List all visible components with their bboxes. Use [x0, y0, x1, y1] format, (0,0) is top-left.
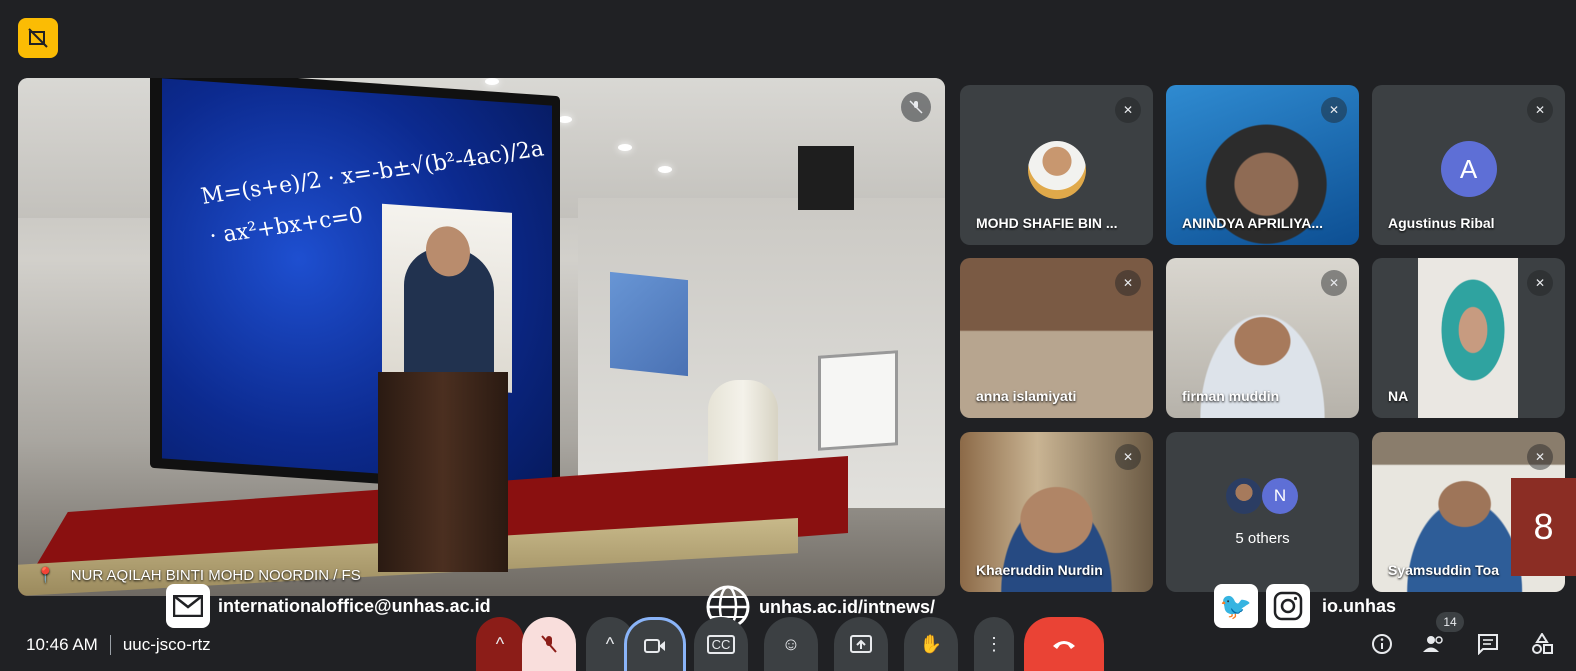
others-label: 5 others	[1235, 530, 1290, 547]
podium	[378, 372, 508, 572]
camera-icon	[644, 638, 665, 653]
more-options-button[interactable]: ⋮	[974, 617, 1014, 671]
hand-icon: ✋	[919, 633, 943, 654]
participant-name: Syamsuddin Toa	[1388, 562, 1499, 578]
participant-name: firman muddin	[1182, 388, 1280, 404]
people-icon	[1423, 636, 1443, 652]
people-count-badge: 14	[1436, 612, 1464, 632]
participant-video	[1418, 258, 1518, 418]
people-button[interactable]	[1420, 630, 1448, 658]
participant-tile[interactable]: A ✕ Agustinus Ribal	[1372, 85, 1565, 245]
mic-off-icon: ✕	[1527, 444, 1553, 470]
others-letter-avatar: N	[1262, 478, 1298, 514]
participant-avatar: A	[1440, 141, 1497, 197]
chat-button[interactable]	[1474, 630, 1502, 658]
participant-tile[interactable]: ✕ firman muddin	[1166, 258, 1359, 418]
activities-icon	[1532, 633, 1553, 654]
ceiling-lamp	[485, 78, 499, 85]
mic-toggle-button[interactable]	[522, 617, 576, 671]
envelope-icon	[166, 584, 210, 628]
main-speaker-label: 📍 NUR AQILAH BINTI MOHD NOORDIN / FS	[36, 566, 361, 585]
chevron-up-icon: ^	[495, 633, 505, 654]
draped-table	[708, 380, 778, 470]
others-tile[interactable]: N 5 others	[1166, 432, 1359, 592]
meeting-code: uuc-jsco-rtz	[122, 635, 211, 654]
participant-name: Agustinus Ribal	[1388, 215, 1495, 231]
recording-icon	[28, 28, 48, 48]
mic-off-icon: ✕	[1321, 270, 1347, 296]
ceiling-lamp	[658, 166, 672, 173]
ceiling-lamp	[618, 144, 632, 151]
flipchart	[818, 350, 898, 451]
website-contact: unhas.ac.id/intnews/	[705, 584, 935, 630]
participant-name: MOHD SHAFIE BIN ...	[976, 215, 1118, 231]
present-icon	[850, 635, 872, 653]
activities-button[interactable]	[1528, 630, 1556, 658]
divider	[109, 635, 111, 655]
others-avatar	[1226, 478, 1262, 514]
email-text: internationaloffice@unhas.ac.id	[218, 595, 491, 616]
pin-icon: 📍	[36, 567, 55, 584]
more-vert-icon: ⋮	[985, 633, 1003, 654]
main-speaker-name: NUR AQILAH BINTI MOHD NOORDIN / FS	[70, 566, 361, 584]
twitter-icon: 🐦	[1214, 584, 1258, 628]
social-handle: io.unhas	[1322, 595, 1397, 616]
participant-tile[interactable]: ✕ anna islamiyati	[960, 258, 1153, 418]
mic-off-icon: ✕	[1527, 270, 1553, 296]
recording-indicator	[18, 18, 58, 58]
participant-tile[interactable]: ✕ NA	[1372, 258, 1565, 418]
ceiling-lamp	[558, 116, 572, 123]
mic-off-icon	[541, 635, 557, 653]
info-icon	[1372, 634, 1392, 654]
mic-off-icon: ✕	[1321, 97, 1347, 123]
website-text: unhas.ac.id/intnews/	[759, 596, 936, 617]
mic-off-icon: ✕	[1527, 97, 1553, 123]
mic-off-icon: ✕	[1115, 270, 1141, 296]
reactions-button[interactable]: ☺	[764, 617, 818, 671]
participant-name: ANINDYA APRILIYA...	[1182, 215, 1324, 231]
participant-tile[interactable]: ✕ MOHD SHAFIE BIN ...	[960, 85, 1153, 245]
email-contact: internationaloffice@unhas.ac.id	[166, 584, 491, 628]
meeting-details-button[interactable]	[1368, 630, 1396, 658]
social-contact: 🐦 io.unhas	[1214, 584, 1396, 628]
leave-call-button[interactable]	[1024, 617, 1104, 671]
loudspeaker	[798, 146, 854, 210]
hang-up-icon	[1053, 641, 1075, 649]
meet-window: M=(s+e)/2 · x=-b±√(b²-4ac)/2a · ax²+bx+c…	[0, 0, 1576, 671]
captions-button[interactable]: CC	[694, 617, 748, 671]
participant-tile[interactable]: ✕ Khaeruddin Nurdin	[960, 432, 1153, 592]
participant-name: anna islamiyati	[976, 388, 1077, 404]
camera-toggle-button[interactable]	[624, 617, 686, 671]
main-mic-off-icon	[901, 92, 931, 122]
participant-tile[interactable]: ✕ ANINDYA APRILIYA...	[1166, 85, 1359, 245]
audio-options-button[interactable]: ^	[476, 617, 524, 671]
participant-name: NA	[1388, 388, 1409, 404]
chat-icon	[1478, 634, 1498, 655]
present-button[interactable]	[834, 617, 888, 671]
main-video-feed[interactable]: M=(s+e)/2 · x=-b±√(b²-4ac)/2a · ax²+bx+c…	[18, 78, 945, 596]
instagram-icon	[1266, 584, 1310, 628]
raise-hand-button[interactable]: ✋	[904, 617, 958, 671]
clock-time: 10:46 AM	[26, 635, 98, 654]
meeting-info: 10:46 AM uuc-jsco-rtz	[26, 635, 211, 655]
participant-avatar	[1027, 141, 1086, 199]
chevron-up-icon: ^	[605, 633, 615, 654]
slide-page-number: 8	[1511, 478, 1576, 576]
participant-name: Khaeruddin Nurdin	[976, 562, 1103, 578]
mic-off-icon: ✕	[1115, 444, 1141, 470]
mic-off-icon: ✕	[1115, 97, 1141, 123]
emoji-icon: ☺	[781, 633, 801, 654]
side-projection	[610, 271, 688, 377]
captions-icon: CC	[706, 634, 736, 654]
